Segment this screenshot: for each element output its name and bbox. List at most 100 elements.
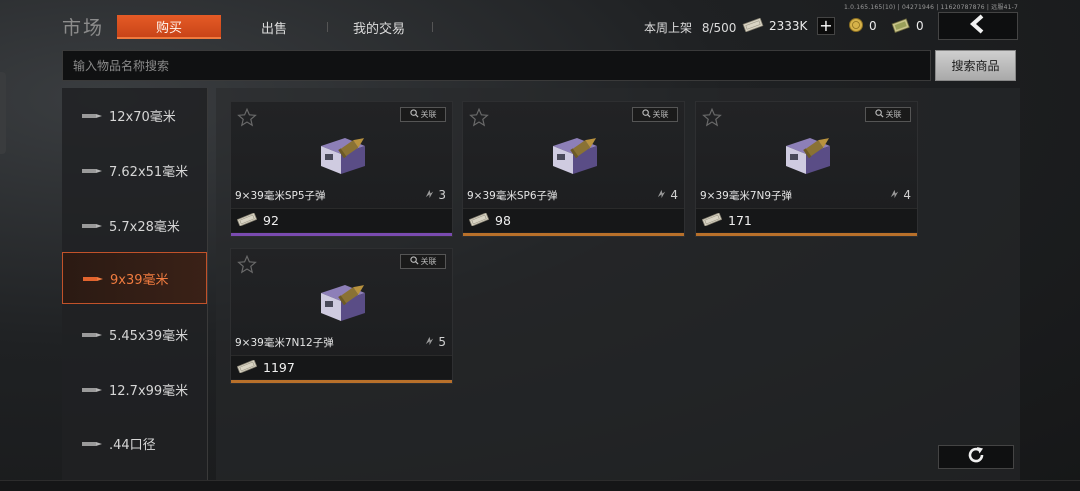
sidebar-item-12-7x99[interactable]: 12.7x99毫米 bbox=[62, 363, 207, 415]
weekly-listing: 本周上架 8/500 bbox=[644, 19, 736, 36]
sidebar-item-44-caliber[interactable]: .44口径 bbox=[62, 417, 207, 469]
item-level: 4 bbox=[889, 188, 911, 202]
item-name: 9×39毫米7N12子弹 bbox=[235, 337, 334, 349]
search-box bbox=[62, 50, 931, 81]
coin-amount: 0 bbox=[869, 19, 877, 33]
magnifier-icon bbox=[874, 109, 884, 120]
sidebar-item-7-62x51[interactable]: 7.62x51毫米 bbox=[62, 144, 207, 196]
favorite-star-icon[interactable] bbox=[237, 107, 257, 131]
item-card[interactable]: 关联 9×39毫米7N9子弹 4 171 bbox=[695, 101, 918, 237]
related-button[interactable]: 关联 bbox=[632, 107, 678, 122]
item-card[interactable]: 关联 9×39毫米SP6子弹 4 98 bbox=[462, 101, 685, 237]
weekly-count: 8/500 bbox=[701, 21, 737, 35]
rarity-bar bbox=[231, 380, 452, 383]
item-level: 3 bbox=[424, 188, 446, 202]
magnifier-icon bbox=[409, 109, 419, 120]
refresh-icon bbox=[966, 445, 986, 469]
price-row: 92 bbox=[231, 208, 452, 232]
level-icon bbox=[424, 335, 435, 349]
rarity-bar bbox=[463, 233, 684, 236]
bullet-icon bbox=[83, 271, 103, 286]
cash-icon bbox=[468, 211, 490, 230]
cash-icon bbox=[701, 211, 723, 230]
back-button[interactable] bbox=[938, 12, 1018, 40]
related-label: 关联 bbox=[420, 110, 437, 119]
search-input[interactable] bbox=[63, 51, 930, 80]
top-bar: 市场 购买 出售 我的交易 本周上架 8/500 2333K + 0 0 bbox=[0, 8, 1080, 44]
bullet-icon bbox=[82, 327, 102, 342]
bullet-icon bbox=[82, 108, 102, 123]
item-level: 5 bbox=[424, 335, 446, 349]
sidebar-item-5-7x28[interactable]: 5.7x28毫米 bbox=[62, 199, 207, 251]
weekly-label: 本周上架 bbox=[644, 21, 693, 35]
favorite-star-icon[interactable] bbox=[237, 254, 257, 278]
tab-separator bbox=[432, 22, 433, 32]
level-icon bbox=[424, 188, 435, 202]
item-name: 9×39毫米7N9子弹 bbox=[700, 190, 793, 202]
related-button[interactable]: 关联 bbox=[865, 107, 911, 122]
ammo-box-icon bbox=[780, 124, 836, 184]
bottom-border bbox=[0, 480, 1080, 491]
item-price: 171 bbox=[728, 213, 752, 228]
coin-balance: 0 bbox=[848, 17, 877, 35]
sidebar-item-5-45x39[interactable]: 5.45x39毫米 bbox=[62, 308, 207, 360]
favorite-star-icon[interactable] bbox=[702, 107, 722, 131]
related-button[interactable]: 关联 bbox=[400, 107, 446, 122]
ticket-balance: 0 bbox=[891, 17, 924, 35]
ammo-box-icon bbox=[315, 271, 371, 331]
magnifier-icon bbox=[409, 256, 419, 267]
ticket-amount: 0 bbox=[916, 19, 924, 33]
tab-separator bbox=[327, 22, 328, 32]
bullet-icon bbox=[82, 163, 102, 178]
left-edge-handle bbox=[0, 72, 6, 154]
bullet-icon bbox=[82, 436, 102, 451]
item-price: 98 bbox=[495, 213, 511, 228]
rarity-bar bbox=[696, 233, 917, 236]
cash-icon bbox=[742, 17, 769, 35]
add-currency-button[interactable]: + bbox=[817, 17, 835, 35]
sidebar-item-label: 12.7x99毫米 bbox=[109, 383, 189, 399]
sidebar-item-label: 7.62x51毫米 bbox=[109, 164, 189, 180]
bullet-icon bbox=[82, 382, 102, 397]
tab-buy[interactable]: 购买 bbox=[117, 15, 221, 39]
sidebar-item-label: 9x39毫米 bbox=[110, 272, 169, 288]
magnifier-icon bbox=[641, 109, 651, 120]
page-title: 市场 bbox=[62, 17, 105, 39]
sidebar-item-label: 5.7x28毫米 bbox=[109, 219, 180, 235]
item-level: 4 bbox=[656, 188, 678, 202]
item-card[interactable]: 关联 9×39毫米SP5子弹 3 92 bbox=[230, 101, 453, 237]
plus-icon: + bbox=[819, 16, 833, 35]
related-label: 关联 bbox=[652, 110, 669, 119]
sidebar-item-label: .44口径 bbox=[109, 437, 156, 453]
ammo-box-icon bbox=[315, 124, 371, 184]
price-row: 171 bbox=[696, 208, 917, 232]
favorite-star-icon[interactable] bbox=[469, 107, 489, 131]
cash-balance: 2333K bbox=[742, 17, 807, 35]
rarity-bar bbox=[231, 233, 452, 236]
related-button[interactable]: 关联 bbox=[400, 254, 446, 269]
tab-my-trades[interactable]: 我的交易 bbox=[336, 15, 422, 39]
caliber-sidebar: 12x70毫米 7.62x51毫米 5.7x28毫米 9x39毫米 5.45x3… bbox=[62, 88, 208, 480]
sidebar-item-12x70[interactable]: 12x70毫米 bbox=[62, 89, 207, 141]
sidebar-item-label: 12x70毫米 bbox=[109, 109, 176, 125]
item-price: 92 bbox=[263, 213, 279, 228]
price-row: 98 bbox=[463, 208, 684, 232]
level-icon bbox=[656, 188, 667, 202]
tab-sell[interactable]: 出售 bbox=[232, 15, 316, 39]
related-label: 关联 bbox=[420, 257, 437, 266]
level-icon bbox=[889, 188, 900, 202]
back-arrow-icon bbox=[969, 14, 987, 38]
bullet-icon bbox=[82, 218, 102, 233]
ammo-box-icon bbox=[547, 124, 603, 184]
related-label: 关联 bbox=[885, 110, 902, 119]
cash-icon bbox=[236, 211, 258, 230]
refresh-button[interactable] bbox=[938, 445, 1014, 469]
price-row: 1197 bbox=[231, 355, 452, 379]
search-button[interactable]: 搜索商品 bbox=[935, 50, 1016, 81]
coin-icon bbox=[848, 17, 869, 36]
item-card[interactable]: 关联 9×39毫米7N12子弹 5 1197 bbox=[230, 248, 453, 384]
sidebar-item-9x39[interactable]: 9x39毫米 bbox=[62, 252, 207, 304]
ticket-icon bbox=[891, 17, 916, 36]
cash-icon bbox=[236, 358, 258, 377]
cash-amount: 2333K bbox=[769, 19, 808, 33]
